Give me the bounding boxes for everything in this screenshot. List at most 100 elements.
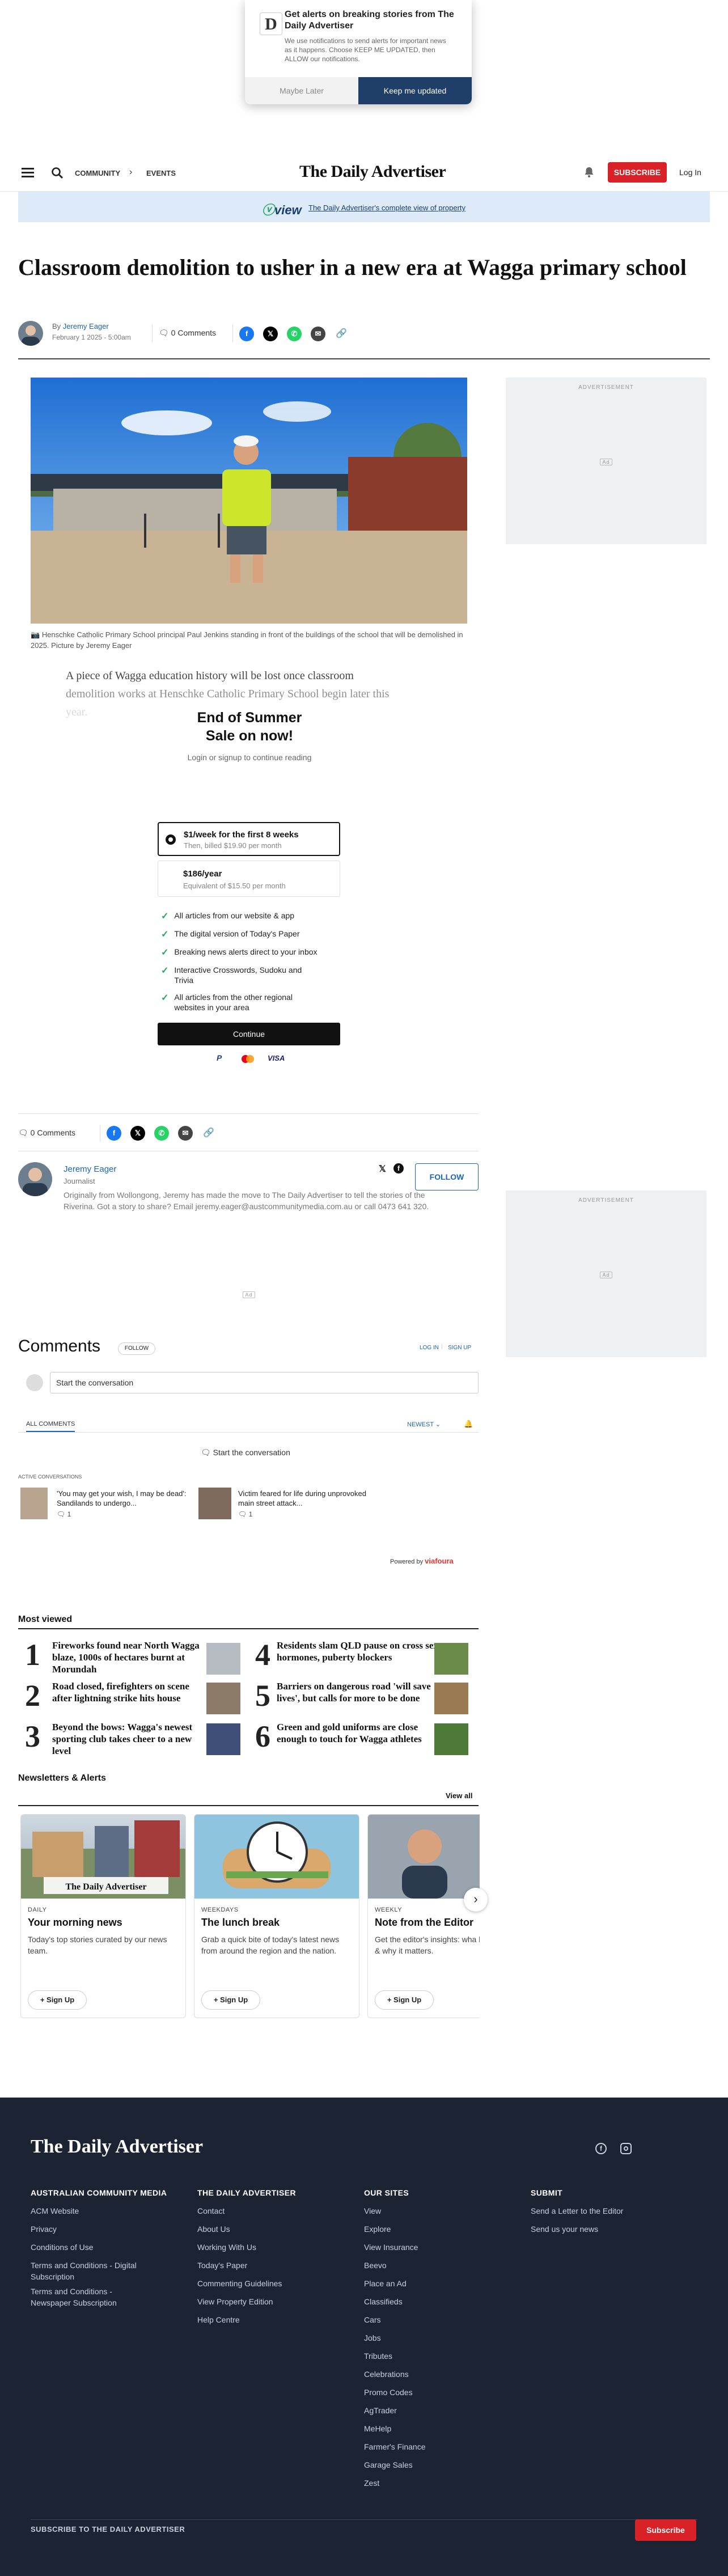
author-name-link[interactable]: Jeremy Eager	[64, 1164, 116, 1174]
footer-link[interactable]: About Us	[197, 2220, 345, 2238]
footer-link[interactable]: View Property Edition	[197, 2293, 345, 2311]
footer-masthead[interactable]: The Daily Advertiser	[31, 2136, 203, 2158]
footer-link[interactable]: Commenting Guidelines	[197, 2274, 345, 2293]
facebook-icon[interactable]: f	[595, 2143, 607, 2154]
footer-link[interactable]: Celebrations	[364, 2365, 511, 2383]
facebook-share-icon[interactable]: f	[107, 1126, 121, 1141]
tab-all-comments[interactable]: ALL COMMENTS	[26, 1421, 75, 1432]
search-icon[interactable]	[51, 167, 64, 179]
footer-subscribe-button[interactable]: Subscribe	[635, 2519, 696, 2541]
comments-signup-link[interactable]: SIGN UP	[448, 1345, 471, 1351]
site-footer: The Daily Advertiser f AUSTRALIAN COMMUN…	[0, 2098, 728, 2576]
footer-link[interactable]: ACM Website	[31, 2202, 178, 2220]
newsletter-signup-button[interactable]: + Sign Up	[201, 1990, 260, 2010]
keep-me-updated-button[interactable]: Keep me updated	[358, 77, 472, 104]
most-viewed-item[interactable]: 3 Beyond the bows: Wagga's newest sporti…	[18, 1721, 245, 1757]
footer-subscribe-text: SUBSCRIBE TO THE DAILY ADVERTISER	[31, 2525, 185, 2533]
property-banner[interactable]: ⓥview The Daily Advertiser's complete vi…	[18, 192, 710, 222]
comments-count-link-bottom[interactable]: 🗨 0 Comments	[18, 1128, 75, 1138]
whatsapp-share-icon[interactable]: ✆	[287, 327, 302, 341]
most-viewed-item[interactable]: 5 Barriers on dangerous road 'will save …	[253, 1680, 480, 1714]
comments-login-link[interactable]: LOG IN	[420, 1345, 439, 1351]
masthead-logo[interactable]: The Daily Advertiser	[299, 162, 446, 181]
footer-link[interactable]: Conditions of Use	[31, 2238, 178, 2256]
footer-link[interactable]: Cars	[364, 2311, 511, 2329]
menu-icon[interactable]	[22, 166, 34, 180]
author-facebook-icon[interactable]: f	[393, 1163, 404, 1173]
follow-author-button[interactable]: FOLLOW	[415, 1163, 479, 1190]
comment-icon: 🗨	[57, 1510, 66, 1518]
footer-link[interactable]: Privacy	[31, 2220, 178, 2238]
footer-link[interactable]: Zest	[364, 2474, 511, 2492]
footer-link[interactable]: Working With Us	[197, 2238, 345, 2256]
caption-text: Henschke Catholic Primary School princip…	[31, 630, 463, 650]
footer-link[interactable]: Terms and Conditions - Digital Subscript…	[31, 2260, 150, 2282]
footer-link[interactable]: Terms and Conditions - Newspaper Subscri…	[31, 2286, 150, 2308]
footer-link[interactable]: Classifieds	[364, 2293, 511, 2311]
plan-option-weekly[interactable]: $1/week for the first 8 weeks Then, bill…	[158, 822, 340, 856]
comment-input[interactable]: Start the conversation	[50, 1372, 479, 1393]
carousel-next-icon[interactable]: ›	[464, 1888, 488, 1912]
divider	[152, 324, 153, 342]
footer-link[interactable]: Explore	[364, 2220, 511, 2238]
comments-follow-button[interactable]: FOLLOW	[118, 1342, 155, 1355]
footer-link[interactable]: Send us your news	[531, 2220, 701, 2238]
radio-selected-icon	[166, 834, 176, 845]
footer-link[interactable]: Beevo	[364, 2256, 511, 2274]
most-viewed-item[interactable]: 1 Fireworks found near North Wagga blaze…	[18, 1639, 245, 1675]
conversation-title[interactable]: Victim feared for life during unprovoked…	[238, 1489, 369, 1508]
newsletter-card: WEEKDAYS The lunch break Grab a quick bi…	[194, 1814, 359, 2018]
subscribe-button[interactable]: SUBSCRIBE	[608, 162, 667, 183]
most-viewed-item[interactable]: 6 Green and gold uniforms are close enou…	[253, 1721, 480, 1757]
comments-count-link[interactable]: 🗨 0 Comments	[159, 328, 216, 338]
sort-dropdown[interactable]: NEWEST ⌄	[407, 1421, 441, 1428]
footer-link[interactable]: Farmer's Finance	[364, 2438, 511, 2456]
footer-link[interactable]: Help Centre	[197, 2311, 345, 2329]
hero-image	[31, 378, 467, 624]
footer-link[interactable]: Jobs	[364, 2329, 511, 2347]
footer-link[interactable]: Send a Letter to the Editor	[531, 2202, 701, 2220]
view-all-link[interactable]: View all	[446, 1791, 472, 1800]
conversation-title[interactable]: 'You may get your wish, I may be dead': …	[57, 1489, 187, 1508]
footer-link[interactable]: AgTrader	[364, 2401, 511, 2420]
email-share-icon[interactable]: ✉	[311, 327, 325, 341]
breadcrumb-community[interactable]: COMMUNITY	[75, 169, 120, 177]
ad-slot-right-2: ADVERTISEMENT Ad	[506, 1190, 706, 1357]
author-x-icon[interactable]: 𝕏	[379, 1163, 386, 1175]
breadcrumb-events[interactable]: EVENTS	[146, 169, 176, 177]
footer-link[interactable]: View	[364, 2202, 511, 2220]
footer-link[interactable]: Place an Ad	[364, 2274, 511, 2293]
login-link[interactable]: Log In	[679, 168, 701, 177]
x-share-icon[interactable]: 𝕏	[130, 1126, 145, 1141]
most-viewed-item[interactable]: 2 Road closed, firefighters on scene aft…	[18, 1680, 245, 1714]
bell-icon[interactable]	[584, 167, 594, 178]
footer-link[interactable]: Promo Codes	[364, 2383, 511, 2401]
footer-link[interactable]: Tributes	[364, 2347, 511, 2365]
notifications-bell-icon[interactable]: 🔔	[464, 1420, 473, 1429]
x-share-icon[interactable]: 𝕏	[263, 327, 278, 341]
conversation-thumb[interactable]	[198, 1488, 231, 1519]
newsletter-signup-button[interactable]: + Sign Up	[28, 1990, 87, 2010]
email-share-icon[interactable]: ✉	[178, 1126, 193, 1141]
author-link[interactable]: Jeremy Eager	[63, 322, 109, 331]
view-logo: ⓥview	[262, 203, 302, 217]
instagram-icon[interactable]	[620, 2143, 632, 2154]
plan-option-yearly[interactable]: $186/year Equivalent of $15.50 per month	[158, 861, 340, 897]
footer-link[interactable]: Today's Paper	[197, 2256, 345, 2274]
newsletter-signup-button[interactable]: + Sign Up	[375, 1990, 434, 2010]
continue-button[interactable]: Continue	[158, 1023, 340, 1045]
facebook-share-icon[interactable]: f	[239, 327, 254, 341]
footer-link[interactable]: View Insurance	[364, 2238, 511, 2256]
most-viewed-item[interactable]: 4 Residents slam QLD pause on cross sex …	[253, 1639, 480, 1675]
footer-link[interactable]: Garage Sales	[364, 2456, 511, 2474]
conversation-thumb[interactable]	[20, 1488, 48, 1519]
whatsapp-share-icon[interactable]: ✆	[154, 1126, 169, 1141]
footer-link[interactable]: MeHelp	[364, 2420, 511, 2438]
newsletter-category: WEEKLY	[375, 1906, 403, 1913]
link-share-icon[interactable]: 🔗	[336, 328, 347, 339]
link-share-icon[interactable]: 🔗	[203, 1127, 214, 1138]
ad-label: ADVERTISEMENT	[578, 1197, 634, 1204]
maybe-later-button[interactable]: Maybe Later	[245, 77, 358, 104]
footer-link[interactable]: Contact	[197, 2202, 345, 2220]
divider	[18, 1805, 479, 1806]
